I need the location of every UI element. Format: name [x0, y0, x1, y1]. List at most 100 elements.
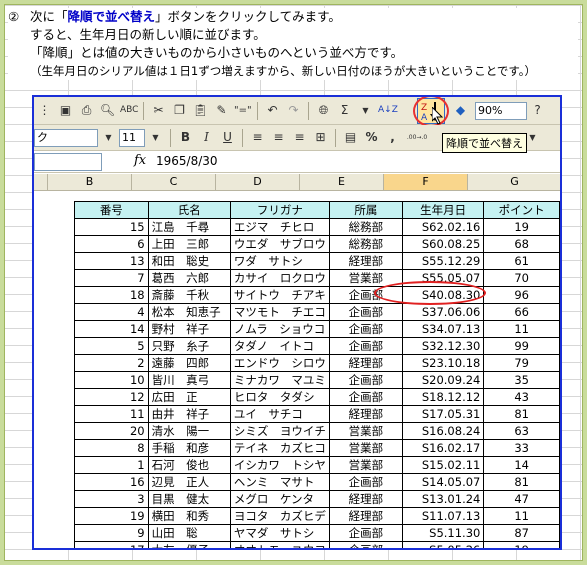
cell-points[interactable]: 35	[483, 371, 560, 389]
cell-points[interactable]: 87	[483, 524, 560, 542]
cell-department[interactable]: 企画部	[328, 541, 403, 548]
print-preview-icon[interactable]: 🔍︎	[99, 102, 116, 119]
cell-points[interactable]: 43	[483, 388, 560, 406]
cell-number[interactable]: 17	[74, 541, 149, 548]
cell-furigana[interactable]: ウエダ サブロウ	[229, 235, 330, 253]
cell-number[interactable]: 14	[74, 320, 149, 338]
autosum-icon[interactable]: Σ	[336, 102, 353, 119]
cell-number[interactable]: 11	[74, 405, 149, 423]
cell-name[interactable]: 皆川 真弓	[147, 371, 231, 389]
cell-points[interactable]: 47	[483, 490, 560, 508]
cell-furigana[interactable]: カサイ ロクロウ	[229, 269, 330, 287]
dropdown-arrow-icon[interactable]: ▼	[147, 129, 164, 146]
sort-ascending-icon[interactable]: A↓Z	[378, 102, 398, 119]
cell-department[interactable]: 経理部	[328, 405, 403, 423]
column-header-g[interactable]: G	[468, 174, 560, 191]
cell-department[interactable]: 企画部	[328, 303, 403, 321]
header-number[interactable]: 番号	[74, 201, 149, 219]
align-center-icon[interactable]: ≡	[270, 129, 287, 146]
column-header-c[interactable]: C	[132, 174, 216, 191]
cut-icon[interactable]: ✂	[150, 102, 167, 119]
cell-name[interactable]: 目黒 健太	[147, 490, 231, 508]
function-icon[interactable]: fx	[134, 153, 146, 168]
cell-furigana[interactable]: ヤマダ サトシ	[229, 524, 330, 542]
column-header-e[interactable]: E	[300, 174, 384, 191]
cell-points[interactable]: 11	[483, 507, 560, 525]
cell-name[interactable]: 辺見 正人	[147, 473, 231, 491]
cell-points[interactable]: 79	[483, 354, 560, 372]
cell-furigana[interactable]: ユイ サチコ	[229, 405, 330, 423]
cell-department[interactable]: 経理部	[328, 507, 403, 525]
percent-button[interactable]: %	[363, 129, 380, 146]
column-header-b[interactable]: B	[48, 174, 132, 191]
cell-name[interactable]: 山田 聡	[147, 524, 231, 542]
cell-number[interactable]: 15	[74, 218, 149, 236]
header-points[interactable]: ポイント	[483, 201, 560, 219]
bold-button[interactable]: B	[177, 129, 194, 146]
column-header-d[interactable]: D	[216, 174, 300, 191]
cell-number[interactable]: 7	[74, 269, 149, 287]
cell-furigana[interactable]: タダノ イトコ	[229, 337, 330, 355]
hyperlink-icon[interactable]: 🌐︎	[315, 102, 332, 119]
cell-birthdate[interactable]: S34.07.13	[401, 320, 485, 338]
cell-furigana[interactable]: テイネ カズヒコ	[229, 439, 330, 457]
cell-furigana[interactable]: ヨコタ カズヒデ	[229, 507, 330, 525]
spellcheck-icon[interactable]: ABC	[120, 102, 138, 119]
increase-decimal-icon[interactable]: .00→.0	[405, 129, 429, 146]
cell-points[interactable]: 81	[483, 473, 560, 491]
name-box[interactable]	[34, 153, 102, 171]
cell-number[interactable]: 9	[74, 524, 149, 542]
cell-birthdate[interactable]: S14.05.07	[401, 473, 485, 491]
cell-name[interactable]: 江島 千尋	[147, 218, 231, 236]
cell-birthdate[interactable]: S18.12.12	[401, 388, 485, 406]
cell-birthdate[interactable]: S20.09.24	[401, 371, 485, 389]
cell-department[interactable]: 営業部	[328, 439, 403, 457]
cell-birthdate[interactable]: S11.07.13	[401, 507, 485, 525]
header-birthdate[interactable]: 生年月日	[401, 201, 485, 219]
help-icon[interactable]: ?	[529, 102, 546, 119]
cell-department[interactable]: 経理部	[328, 354, 403, 372]
cell-birthdate[interactable]: S60.08.25	[401, 235, 485, 253]
cell-name[interactable]: 清水 陽一	[147, 422, 231, 440]
undo-icon[interactable]: ↶	[264, 102, 281, 119]
cell-furigana[interactable]: ヒロタ タダシ	[229, 388, 330, 406]
cell-furigana[interactable]: シミズ ヨウイチ	[229, 422, 330, 440]
cell-furigana[interactable]: メグロ ケンタ	[229, 490, 330, 508]
cell-furigana[interactable]: ノムラ ショウコ	[229, 320, 330, 338]
header-furigana[interactable]: フリガナ	[229, 201, 330, 219]
paste-icon[interactable]: 📋︎	[192, 102, 209, 119]
italic-button[interactable]: I	[198, 129, 215, 146]
cell-name[interactable]: 和田 聡史	[147, 252, 231, 270]
cell-birthdate[interactable]: S37.06.06	[401, 303, 485, 321]
cell-department[interactable]: 総務部	[328, 235, 403, 253]
cell-name[interactable]: 松本 知恵子	[147, 303, 231, 321]
cell-furigana[interactable]: ミナカワ マユミ	[229, 371, 330, 389]
cell-furigana[interactable]: ワダ サトシ	[229, 252, 330, 270]
cell-furigana[interactable]: ヘンミ マサト	[229, 473, 330, 491]
cell-name[interactable]: 上田 三郎	[147, 235, 231, 253]
merge-center-icon[interactable]: ⊞	[312, 129, 329, 146]
cell-number[interactable]: 10	[74, 371, 149, 389]
column-header-f[interactable]: F	[384, 174, 468, 191]
cell-birthdate[interactable]: S5.11.30	[401, 524, 485, 542]
cell-points[interactable]: 96	[483, 286, 560, 304]
cell-points[interactable]: 19	[483, 541, 560, 548]
cell-points[interactable]: 63	[483, 422, 560, 440]
print-icon[interactable]: ⎙	[78, 102, 95, 119]
cell-points[interactable]: 99	[483, 337, 560, 355]
font-name-combo[interactable]: ク	[34, 128, 98, 147]
cell-furigana[interactable]: マツモト チエコ	[229, 303, 330, 321]
paste-special-icon[interactable]: "="	[234, 102, 252, 119]
cell-department[interactable]: 企画部	[328, 371, 403, 389]
cell-number[interactable]: 3	[74, 490, 149, 508]
font-size-combo[interactable]: 11	[119, 128, 145, 147]
save-icon[interactable]: ▣	[57, 102, 74, 119]
cell-number[interactable]: 8	[74, 439, 149, 457]
cell-name[interactable]: 大友 優子	[147, 541, 231, 548]
cell-number[interactable]: 16	[74, 473, 149, 491]
cell-number[interactable]: 6	[74, 235, 149, 253]
cell-birthdate[interactable]: S13.01.24	[401, 490, 485, 508]
row-header-corner[interactable]	[34, 174, 48, 191]
cell-department[interactable]: 総務部	[328, 218, 403, 236]
drawing-icon[interactable]: ◆	[452, 102, 469, 119]
